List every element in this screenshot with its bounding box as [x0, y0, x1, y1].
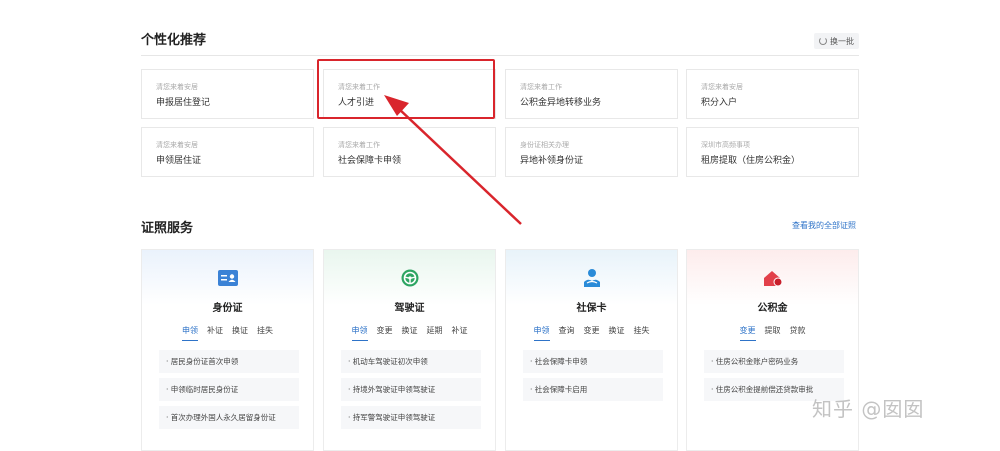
rec-card-name: 异地补领身份证 — [520, 156, 584, 166]
recommend-divider — [141, 55, 859, 56]
service-tab[interactable]: 申领 — [351, 325, 368, 341]
service-tab[interactable]: 补证 — [207, 325, 223, 341]
service-tab[interactable]: 换证 — [609, 325, 625, 341]
service-card-social-security: 社保卡 申领 查询 变更 换证 挂失 · 社会保障卡申领 · 社会保障卡启用 — [505, 249, 678, 451]
service-tab[interactable]: 贷款 — [790, 325, 806, 341]
rec-card[interactable]: 清您来着安居 申领居住证 — [141, 127, 314, 177]
certificates-title: 证照服务 — [141, 221, 194, 236]
rec-card-name: 积分入户 — [701, 98, 738, 108]
rec-card-name: 公积金异地转移业务 — [520, 98, 602, 108]
service-tab[interactable]: 挂失 — [634, 325, 650, 341]
service-item[interactable]: · 持军警驾驶证申领驾驶证 — [341, 406, 481, 429]
social-security-icon — [582, 268, 602, 288]
service-card-title: 社保卡 — [576, 303, 607, 314]
service-tab[interactable]: 申领 — [182, 325, 198, 341]
service-tab[interactable]: 延期 — [427, 325, 443, 341]
rec-card[interactable]: 清您来着工作 社会保障卡申领 — [323, 127, 496, 177]
service-tabs: 变更 提取 贷款 — [687, 325, 858, 341]
rec-card-name: 租房提取（住房公积金） — [701, 156, 801, 166]
service-card-title: 驾驶证 — [394, 303, 425, 314]
service-tabs: 申领 补证 换证 挂失 — [142, 325, 313, 341]
service-item[interactable]: · 首次办理外国人永久居留身份证 — [159, 406, 299, 429]
service-tab[interactable]: 变更 — [377, 325, 393, 341]
rec-card[interactable]: 深圳市高频事项 租房提取（住房公积金） — [686, 127, 859, 177]
service-item[interactable]: · 住房公积金账户密码业务 — [704, 350, 844, 373]
service-tab[interactable]: 换证 — [402, 325, 418, 341]
rec-card-tag: 深圳市高频事项 — [701, 141, 750, 149]
highlight-annotation-box — [317, 59, 495, 119]
service-card-id-card: 身份证 申领 补证 换证 挂失 · 居民身份证首次申领 · 申领临时居民身份证 … — [141, 249, 314, 451]
service-list: · 居民身份证首次申领 · 申领临时居民身份证 · 首次办理外国人永久居留身份证 — [159, 350, 299, 434]
rec-card-tag: 清您来着工作 — [338, 141, 380, 149]
refresh-button[interactable]: 换一批 — [814, 33, 859, 49]
service-tab[interactable]: 提取 — [765, 325, 781, 341]
watermark: 知乎 @囡囡 — [812, 397, 925, 421]
service-tab[interactable]: 变更 — [739, 325, 756, 341]
service-item[interactable]: · 社会保障卡启用 — [523, 378, 663, 401]
service-tab[interactable]: 变更 — [584, 325, 600, 341]
service-card-driver-license: 驾驶证 申领 变更 换证 延期 补证 · 机动车驾驶证初次申领 · 持境外驾驶证… — [323, 249, 496, 451]
refresh-icon — [819, 37, 827, 45]
service-tabs: 申领 查询 变更 换证 挂失 — [506, 325, 677, 341]
service-tab[interactable]: 申领 — [533, 325, 550, 341]
refresh-label: 换一批 — [830, 36, 854, 46]
rec-card-tag: 清您来着安居 — [156, 141, 198, 149]
service-item[interactable]: · 持境外驾驶证申领驾驶证 — [341, 378, 481, 401]
service-tabs: 申领 变更 换证 延期 补证 — [324, 325, 495, 341]
rec-card[interactable]: 清您来着工作 公积金异地转移业务 — [505, 69, 678, 119]
service-tab[interactable]: 补证 — [452, 325, 468, 341]
service-list: · 机动车驾驶证初次申领 · 持境外驾驶证申领驾驶证 · 持军警驾驶证申领驾驶证 — [341, 350, 481, 434]
service-item[interactable]: · 机动车驾驶证初次申领 — [341, 350, 481, 373]
rec-card[interactable]: 身份证相关办理 异地补领身份证 — [505, 127, 678, 177]
id-card-icon — [218, 268, 238, 288]
recommend-title: 个性化推荐 — [141, 33, 207, 48]
view-all-certificates-link[interactable]: 查看我的全部证照 — [792, 220, 856, 231]
service-tab[interactable]: 挂失 — [257, 325, 273, 341]
service-item[interactable]: · 居民身份证首次申领 — [159, 350, 299, 373]
service-tab[interactable]: 换证 — [232, 325, 248, 341]
service-item[interactable]: · 社会保障卡申领 — [523, 350, 663, 373]
rec-card-name: 申领居住证 — [156, 156, 202, 166]
service-card-title: 身份证 — [212, 303, 243, 314]
housing-fund-icon — [763, 268, 783, 288]
rec-card-tag: 清您来着安居 — [156, 83, 198, 91]
rec-card-tag: 清您来着安居 — [701, 83, 743, 91]
service-tab[interactable]: 查询 — [559, 325, 575, 341]
rec-card-name: 社会保障卡申领 — [338, 156, 402, 166]
service-list: · 社会保障卡申领 · 社会保障卡启用 — [523, 350, 663, 406]
service-item[interactable]: · 申领临时居民身份证 — [159, 378, 299, 401]
rec-card[interactable]: 清您来着安居 积分入户 — [686, 69, 859, 119]
rec-card-tag: 身份证相关办理 — [520, 141, 569, 149]
rec-card-tag: 清您来着工作 — [520, 83, 562, 91]
rec-card[interactable]: 清您来着安居 申报居住登记 — [141, 69, 314, 119]
steering-wheel-icon — [400, 268, 420, 288]
rec-card-name: 申报居住登记 — [156, 98, 211, 108]
service-card-title: 公积金 — [757, 303, 788, 314]
